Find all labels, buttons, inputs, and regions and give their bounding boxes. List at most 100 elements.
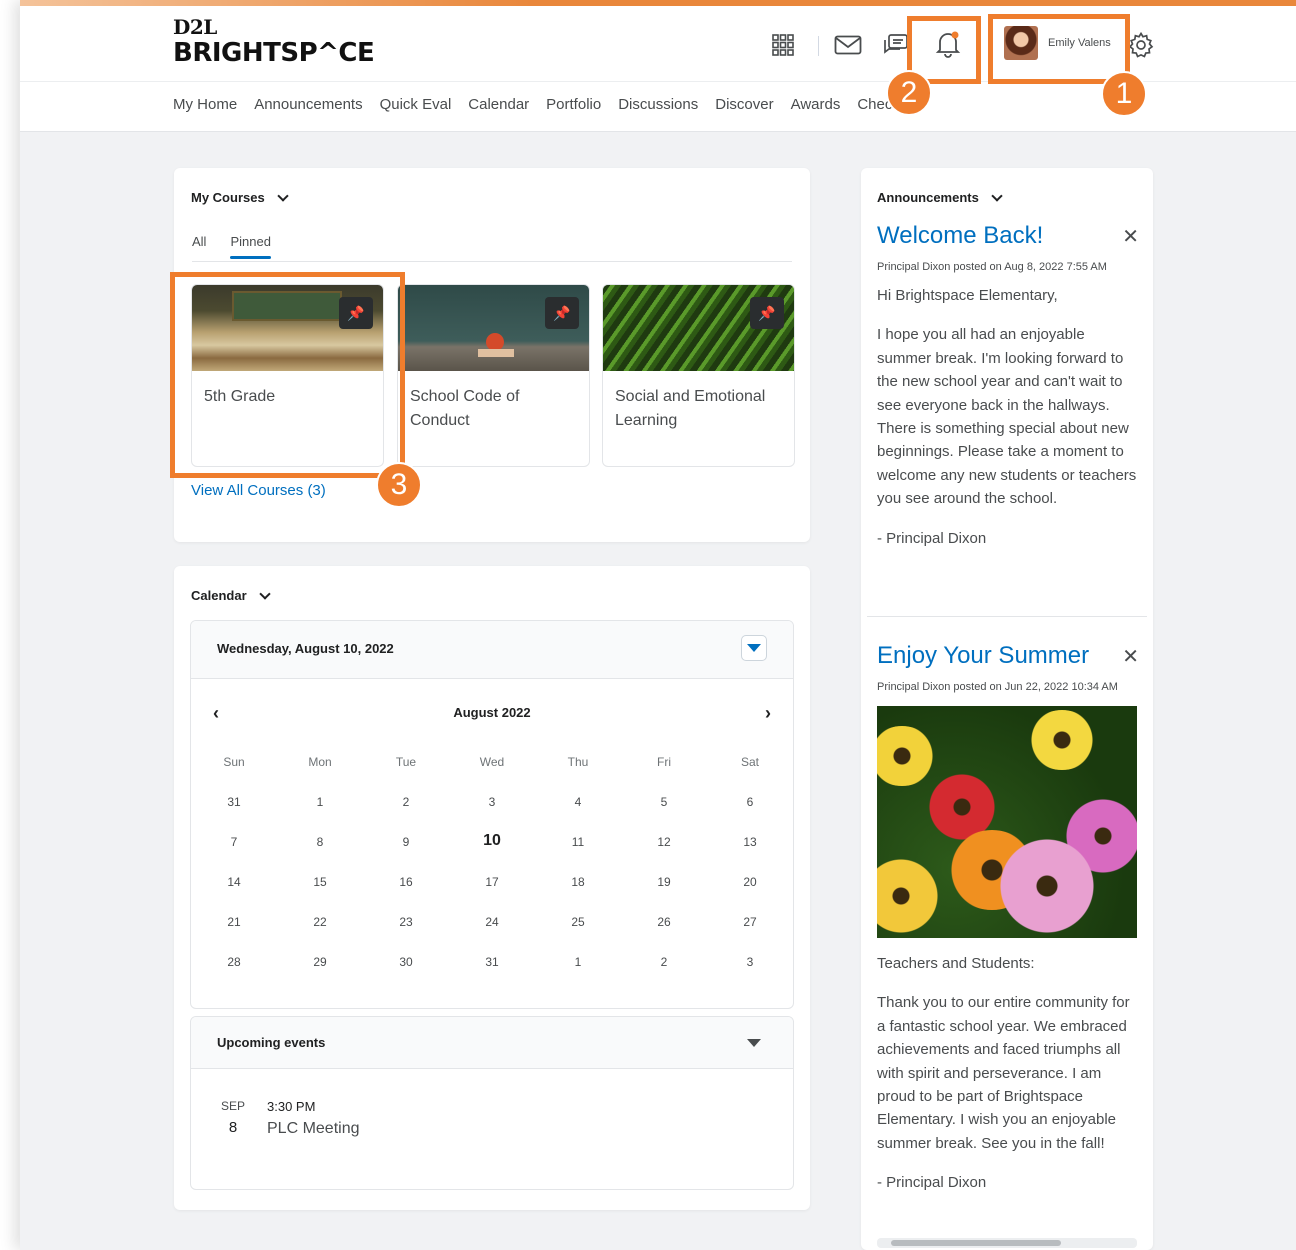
calendar-title[interactable]: Calendar	[191, 587, 271, 603]
nav-calendar[interactable]: Calendar	[468, 96, 529, 113]
view-all-courses-link[interactable]: View All Courses (3)	[191, 482, 326, 499]
close-icon[interactable]: ✕	[1122, 644, 1139, 669]
event-item[interactable]: SEP 8 3:30 PM PLC Meeting	[221, 1099, 360, 1138]
upcoming-events-title: Upcoming events	[217, 1035, 326, 1050]
nav-discover[interactable]: Discover	[715, 96, 773, 113]
calendar-day[interactable]: 13	[707, 831, 793, 849]
calendar-day-today[interactable]: 10	[449, 831, 535, 850]
mail-icon[interactable]	[830, 30, 866, 60]
nav-discussions[interactable]: Discussions	[618, 96, 698, 113]
tab-pinned[interactable]: Pinned	[230, 234, 272, 259]
calendar-day[interactable]: 8	[277, 831, 363, 849]
nav-my-home[interactable]: My Home	[173, 96, 237, 113]
course-name: School Code of Conduct	[410, 388, 520, 429]
calendar-day[interactable]: 4	[535, 791, 621, 809]
calendar-day[interactable]: 1	[535, 951, 621, 969]
announcement-divider	[867, 616, 1147, 617]
weekday-label: Fri	[657, 755, 671, 769]
calendar-day[interactable]: 6	[707, 791, 793, 809]
calendar-day[interactable]: 9	[363, 831, 449, 849]
flower-shape	[1027, 710, 1097, 770]
next-month-icon[interactable]: ›	[765, 703, 771, 724]
tab-all[interactable]: All	[192, 234, 206, 259]
nav-awards[interactable]: Awards	[791, 96, 841, 113]
week-row: 7 8 9 10 11 12 13	[191, 831, 793, 871]
announcement-meta: Principal Dixon posted on Aug 8, 2022 7:…	[877, 261, 1107, 273]
calendar-day[interactable]: 11	[535, 831, 621, 849]
calendar-day[interactable]: 24	[449, 911, 535, 929]
chalkboard-apple-image: 📌	[398, 285, 589, 371]
upcoming-events-header[interactable]: Upcoming events	[191, 1017, 793, 1069]
calendar-day[interactable]: 31	[191, 791, 277, 809]
pin-icon[interactable]: 📌	[545, 297, 579, 329]
calendar-day[interactable]: 27	[707, 911, 793, 929]
calendar-day[interactable]: 5	[621, 791, 707, 809]
calendar-day[interactable]: 14	[191, 871, 277, 889]
calendar-day[interactable]: 26	[621, 911, 707, 929]
selected-date: Wednesday, August 10, 2022	[217, 641, 394, 656]
chevron-down-icon	[258, 587, 271, 600]
pin-icon[interactable]: 📌	[750, 297, 784, 329]
weekday-label: Mon	[308, 755, 332, 769]
calendar-day[interactable]: 7	[191, 831, 277, 849]
course-card-school-code[interactable]: 📌 School Code of Conduct	[397, 284, 590, 467]
week-row: 28 29 30 31 1 2 3	[191, 951, 793, 991]
calendar-day[interactable]: 15	[277, 871, 363, 889]
logo-d2l: D2L	[173, 15, 217, 39]
event-title[interactable]: PLC Meeting	[267, 1120, 360, 1138]
course-card-social-emotional[interactable]: 📌 Social and Emotional Learning	[602, 284, 795, 467]
calendar-day[interactable]: 19	[621, 871, 707, 889]
week-row: 14 15 16 17 18 19 20	[191, 871, 793, 911]
announcement-body: I hope you all had an enjoyable summer b…	[877, 326, 1137, 508]
caret-down-icon[interactable]	[747, 1039, 761, 1047]
announcements-title-text: Announcements	[877, 190, 979, 205]
close-icon[interactable]: ✕	[1122, 224, 1139, 249]
announcement-title[interactable]: Welcome Back!	[877, 222, 1139, 250]
course-tabs: All Pinned	[192, 234, 272, 259]
logo-brightspace: BRIGHTSP^CE	[173, 38, 375, 68]
app-window: D2L BRIGHTSP^CE Emily Valens My Home Ann…	[20, 0, 1296, 1250]
calendar-day[interactable]: 3	[449, 791, 535, 809]
event-details: 3:30 PM PLC Meeting	[267, 1099, 360, 1138]
callout-badge-2: 2	[886, 70, 932, 116]
course-selector-icon[interactable]	[766, 30, 800, 60]
main-navbar: My Home Announcements Quick Eval Calenda…	[173, 96, 935, 113]
week-row: 31 1 2 3 4 5 6	[191, 791, 793, 831]
calendar-day[interactable]: 31	[449, 951, 535, 969]
calendar-day[interactable]: 25	[535, 911, 621, 929]
announcements-widget: Announcements Welcome Back! ✕ Principal …	[861, 168, 1153, 1250]
brightspace-logo[interactable]: D2L BRIGHTSP^CE	[173, 15, 375, 68]
header-divider	[818, 36, 819, 56]
horizontal-scrollbar[interactable]	[877, 1238, 1137, 1248]
calendar-day[interactable]: 12	[621, 831, 707, 849]
caret-down-icon	[747, 644, 761, 652]
weekday-label: Thu	[567, 755, 589, 769]
nav-announcements[interactable]: Announcements	[254, 96, 362, 113]
week-row: 21 22 23 24 25 26 27	[191, 911, 793, 951]
calendar-day[interactable]: 23	[363, 911, 449, 929]
calendar-day[interactable]: 16	[363, 871, 449, 889]
nav-portfolio[interactable]: Portfolio	[546, 96, 601, 113]
calendar-day[interactable]: 2	[363, 791, 449, 809]
scrollbar-thumb[interactable]	[891, 1240, 1061, 1246]
calendar-day[interactable]: 29	[277, 951, 363, 969]
calendar-day[interactable]: 30	[363, 951, 449, 969]
announcement-item: Enjoy Your Summer ✕ Principal Dixon post…	[877, 642, 1139, 1195]
announcements-title[interactable]: Announcements	[877, 189, 1003, 205]
calendar-day[interactable]: 20	[707, 871, 793, 889]
calendar-day[interactable]: 22	[277, 911, 363, 929]
announcement-title[interactable]: Enjoy Your Summer	[877, 642, 1139, 670]
calendar-day[interactable]: 18	[535, 871, 621, 889]
calendar-day[interactable]: 3	[707, 951, 793, 969]
tab-divider	[192, 261, 792, 262]
nav-quick-eval[interactable]: Quick Eval	[380, 96, 452, 113]
calendar-day[interactable]: 21	[191, 911, 277, 929]
flower-shape	[877, 856, 941, 936]
calendar-day[interactable]: 28	[191, 951, 277, 969]
my-courses-title[interactable]: My Courses	[191, 189, 289, 205]
calendar-day[interactable]: 1	[277, 791, 363, 809]
calendar-day[interactable]: 2	[621, 951, 707, 969]
calendar-day[interactable]: 17	[449, 871, 535, 889]
date-dropdown-button[interactable]	[741, 635, 767, 661]
flowers-image	[877, 706, 1137, 938]
